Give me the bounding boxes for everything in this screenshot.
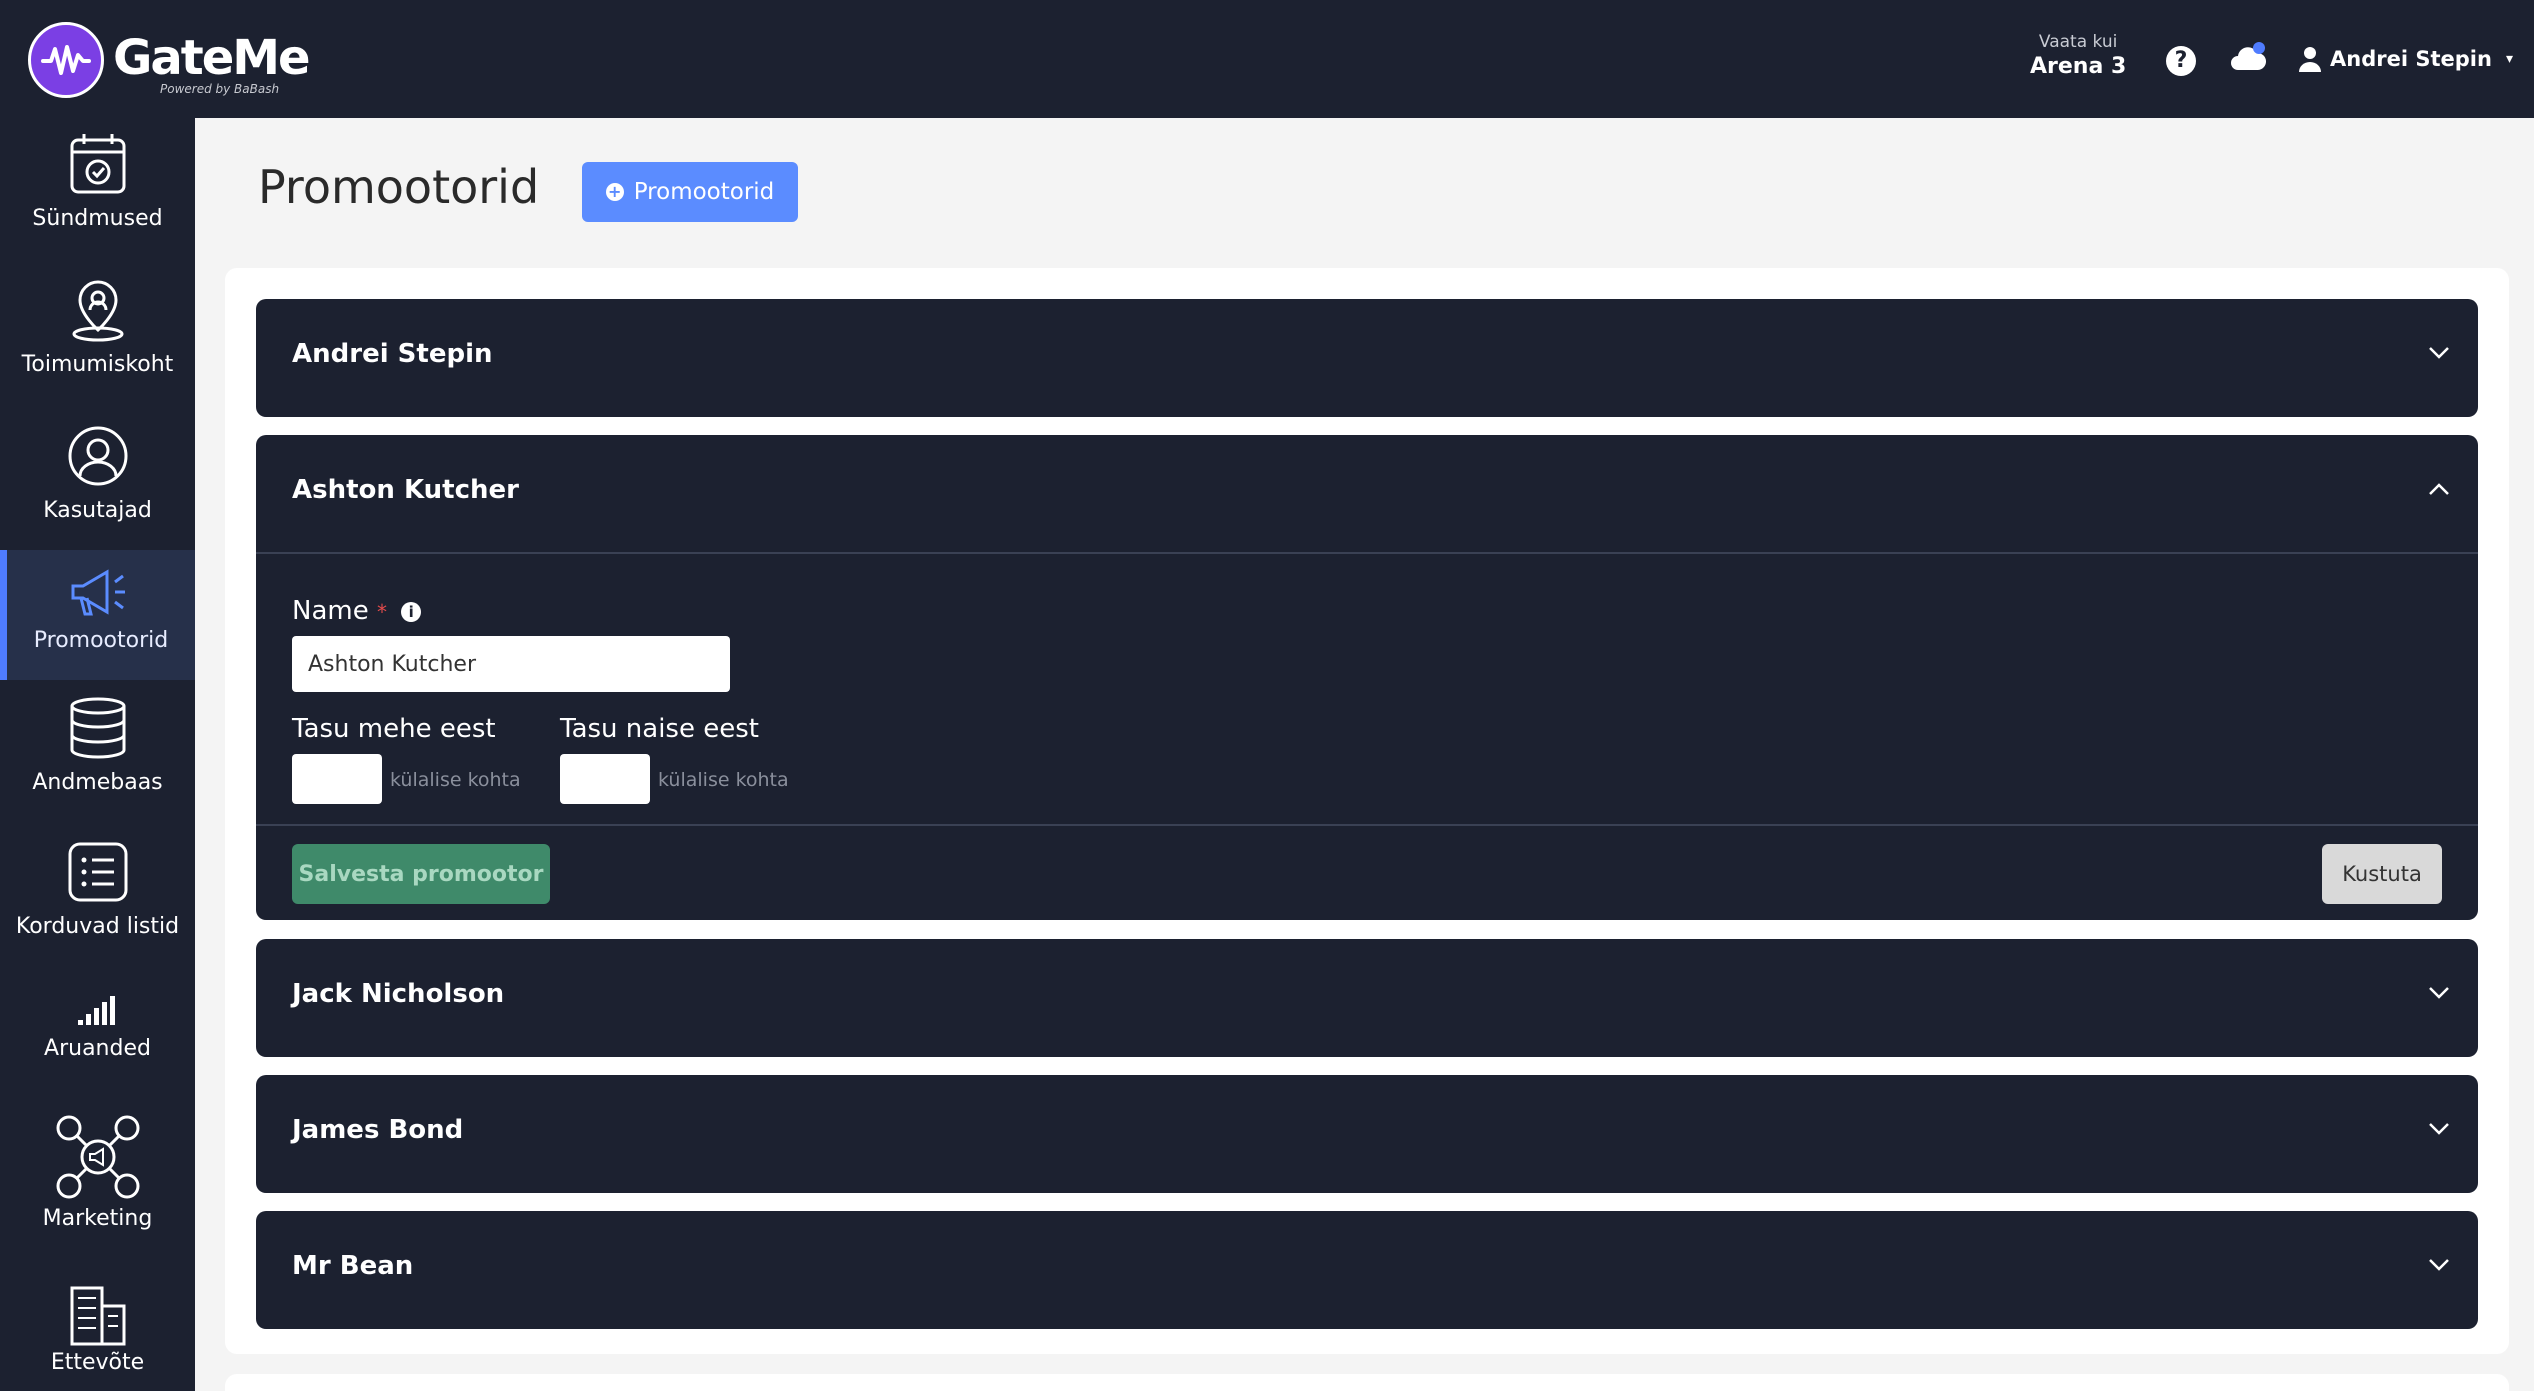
sidebar-item-label: Aruanded bbox=[44, 1036, 151, 1061]
list-icon bbox=[68, 842, 127, 902]
chevron-down-icon bbox=[2428, 1117, 2450, 1142]
cloud-sync-icon[interactable] bbox=[2230, 40, 2267, 74]
promoter-name: James Bond bbox=[292, 1115, 464, 1145]
plus-circle-icon: + bbox=[605, 183, 624, 201]
promoter-accordion-header[interactable]: James Bond bbox=[256, 1075, 2478, 1193]
promoter-name: Jack Nicholson bbox=[292, 979, 505, 1009]
social-network-icon bbox=[56, 1115, 139, 1199]
database-icon bbox=[70, 697, 125, 759]
page-title: Promootorid bbox=[258, 160, 540, 214]
promoter-accordion-header[interactable]: Ashton Kutcher bbox=[256, 435, 2478, 553]
view-as-value: Arena 3 bbox=[2030, 54, 2127, 79]
promoter-name: Ashton Kutcher bbox=[292, 475, 519, 505]
sidebar-item-kasutajad[interactable]: Kasutajad bbox=[0, 424, 195, 544]
view-as-selector[interactable]: Vaata kui Arena 3 bbox=[2030, 32, 2126, 79]
top-bar: GateMe Powered by BaBash Vaata kui Arena… bbox=[0, 0, 2534, 118]
sidebar-item-marketing[interactable]: Marketing bbox=[0, 1112, 195, 1252]
divider bbox=[256, 824, 2478, 826]
help-icon[interactable]: ? bbox=[2166, 46, 2196, 76]
chevron-down-icon: ▾ bbox=[2505, 51, 2513, 67]
signal-bars-icon bbox=[77, 996, 115, 1025]
info-icon[interactable]: i bbox=[401, 601, 422, 622]
promoter-edit-panel: Name * i Tasu mehe eest Tasu naise eest … bbox=[256, 552, 2478, 920]
promoter-name: Mr Bean bbox=[292, 1251, 414, 1281]
add-promoter-button[interactable]: + Promootorid bbox=[582, 162, 798, 222]
promoter-accordion-header[interactable]: Andrei Stepin bbox=[256, 299, 2478, 417]
name-label-text: Name bbox=[292, 596, 369, 626]
brand-name[interactable]: GateMe bbox=[113, 30, 311, 86]
sidebar-item-label: Andmebaas bbox=[32, 770, 163, 795]
woman-fee-input[interactable] bbox=[560, 754, 650, 804]
sidebar: Sündmused Toimumiskoht Kasutajad Promoot… bbox=[0, 118, 195, 1391]
sidebar-item-label: Kasutajad bbox=[43, 498, 152, 523]
sidebar-item-label: Korduvad listid bbox=[15, 914, 180, 939]
chevron-down-icon bbox=[2428, 981, 2450, 1006]
next-card-edge bbox=[225, 1374, 2509, 1391]
sidebar-item-aruanded[interactable]: Aruanded bbox=[0, 994, 195, 1114]
calendar-check-icon bbox=[70, 134, 125, 194]
chevron-down-icon bbox=[2428, 341, 2450, 366]
per-guest-text: külalise kohta bbox=[658, 769, 789, 791]
delete-button[interactable]: Kustuta bbox=[2322, 844, 2442, 904]
add-promoter-label: Promootorid bbox=[633, 179, 775, 205]
user-menu[interactable]: Andrei Stepin ▾ bbox=[2298, 46, 2513, 72]
sidebar-item-promootorid[interactable]: Promootorid bbox=[0, 550, 195, 680]
sidebar-item-label: Marketing bbox=[42, 1206, 153, 1231]
map-pin-icon bbox=[72, 280, 123, 342]
sidebar-item-label: Toimumiskoht bbox=[21, 352, 174, 377]
chevron-up-icon bbox=[2428, 477, 2450, 502]
per-guest-text: külalise kohta bbox=[390, 769, 521, 791]
promoter-accordion-header[interactable]: Mr Bean bbox=[256, 1211, 2478, 1329]
sidebar-item-korduvad-listid[interactable]: Korduvad listid bbox=[0, 840, 195, 960]
required-mark: * bbox=[376, 600, 387, 624]
sidebar-item-sundmused[interactable]: Sündmused bbox=[0, 132, 195, 252]
sidebar-item-label: Ettevõte bbox=[50, 1350, 145, 1375]
building-icon bbox=[70, 1286, 125, 1346]
sidebar-item-label: Sündmused bbox=[32, 206, 163, 231]
name-field-label: Name * i bbox=[292, 596, 422, 626]
sidebar-item-toimumiskoht[interactable]: Toimumiskoht bbox=[0, 278, 195, 398]
promoter-name: Andrei Stepin bbox=[292, 339, 493, 369]
user-icon bbox=[2299, 47, 2321, 72]
promoter-accordion-header[interactable]: Jack Nicholson bbox=[256, 939, 2478, 1057]
gateme-logo-icon[interactable] bbox=[28, 22, 104, 98]
megaphone-icon bbox=[71, 569, 125, 616]
sidebar-item-andmebaas[interactable]: Andmebaas bbox=[0, 696, 195, 816]
save-promoter-button[interactable]: Salvesta promootor bbox=[292, 844, 550, 904]
man-fee-input[interactable] bbox=[292, 754, 382, 804]
user-circle-icon bbox=[68, 426, 127, 486]
sidebar-item-label: Promootorid bbox=[33, 628, 169, 653]
brand-subtitle: Powered by BaBash bbox=[160, 82, 280, 96]
woman-fee-label: Tasu naise eest bbox=[560, 714, 759, 744]
sidebar-item-ettevote[interactable]: Ettevõte bbox=[0, 1284, 195, 1391]
user-name: Andrei Stepin bbox=[2330, 47, 2492, 71]
promoter-name-input[interactable] bbox=[292, 636, 730, 692]
chevron-down-icon bbox=[2428, 1253, 2450, 1278]
man-fee-label: Tasu mehe eest bbox=[292, 714, 496, 744]
view-as-label: Vaata kui bbox=[2038, 32, 2118, 52]
